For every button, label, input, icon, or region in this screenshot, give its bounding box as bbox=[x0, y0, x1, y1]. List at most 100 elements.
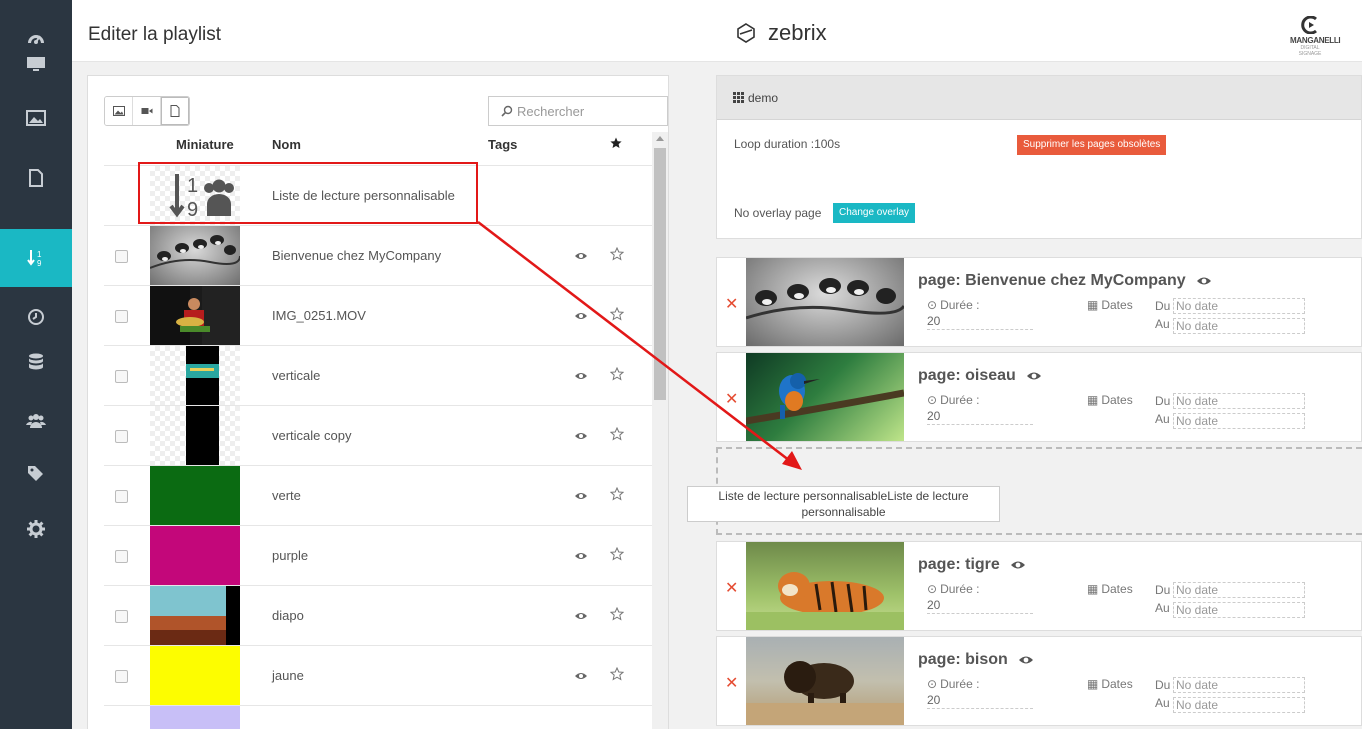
filter-images-button[interactable] bbox=[105, 97, 133, 125]
table-row[interactable]: verticale copy bbox=[104, 405, 652, 465]
favorite-star-icon[interactable] bbox=[610, 367, 624, 381]
preview-eye-icon[interactable] bbox=[1196, 275, 1212, 287]
table-row[interactable]: purple bbox=[104, 525, 652, 585]
sidebar-item-pages[interactable] bbox=[0, 149, 72, 207]
row-checkbox[interactable] bbox=[115, 550, 128, 563]
library-table-header: Miniature Nom Tags bbox=[104, 137, 664, 165]
duration-input[interactable]: 20 bbox=[927, 409, 1033, 425]
duration-input[interactable]: 20 bbox=[927, 314, 1033, 330]
preview-eye-icon[interactable] bbox=[574, 429, 588, 443]
sidebar-item-users[interactable] bbox=[0, 392, 72, 450]
sidebar: 19 bbox=[0, 0, 72, 729]
row-checkbox[interactable] bbox=[115, 490, 128, 503]
filter-pages-button[interactable] bbox=[161, 97, 189, 125]
scroll-thumb[interactable] bbox=[654, 148, 666, 400]
duration-input[interactable]: 20 bbox=[927, 598, 1033, 614]
row-checkbox[interactable] bbox=[115, 310, 128, 323]
preview-eye-icon[interactable] bbox=[574, 309, 588, 323]
row-checkbox[interactable] bbox=[115, 430, 128, 443]
to-label: Au bbox=[1155, 601, 1170, 615]
row-checkbox[interactable] bbox=[115, 670, 128, 683]
clock-icon bbox=[28, 309, 44, 325]
end-date-input[interactable]: No date bbox=[1173, 697, 1305, 713]
row-checkbox[interactable] bbox=[115, 250, 128, 263]
birds-image bbox=[746, 278, 904, 320]
brand-logo[interactable]: zebrix bbox=[736, 20, 827, 46]
playlist-page-card[interactable]: ✕ page: oiseau ⊙ Durée : 20 ▦ Dates Du No … bbox=[716, 352, 1362, 442]
remove-page-icon[interactable]: ✕ bbox=[725, 294, 738, 314]
filter-videos-button[interactable] bbox=[133, 97, 161, 125]
library-scrollbar[interactable] bbox=[652, 132, 668, 729]
end-date-input[interactable]: No date bbox=[1173, 602, 1305, 618]
scroll-up-arrow[interactable] bbox=[656, 136, 664, 141]
duration-label: ⊙ Durée : bbox=[927, 298, 979, 312]
playlist-page-card[interactable]: ✕ page: tigre ⊙ Durée : 20 ▦ Dates Du No d… bbox=[716, 541, 1362, 631]
remove-page-icon[interactable]: ✕ bbox=[725, 578, 738, 598]
vertical-black-image bbox=[186, 406, 219, 465]
start-date-input[interactable]: No date bbox=[1173, 582, 1305, 598]
preview-eye-icon[interactable] bbox=[1010, 559, 1026, 571]
favorite-star-icon[interactable] bbox=[610, 547, 624, 561]
duration-input[interactable]: 20 bbox=[927, 693, 1033, 709]
preview-eye-icon[interactable] bbox=[574, 609, 588, 623]
column-favorite[interactable] bbox=[610, 137, 622, 152]
page-title-text: page: Bienvenue chez MyCompany bbox=[918, 272, 1186, 289]
preview-eye-icon[interactable] bbox=[574, 249, 588, 263]
table-row[interactable]: diapo bbox=[104, 585, 652, 645]
preview-eye-icon[interactable] bbox=[1018, 654, 1034, 666]
end-date-input[interactable]: No date bbox=[1173, 413, 1305, 429]
page-title: Editer la playlist bbox=[88, 24, 222, 45]
partner-logo-name: MANGANELLI bbox=[1290, 36, 1341, 45]
table-row[interactable]: jaune bbox=[104, 645, 652, 705]
image-icon bbox=[112, 106, 125, 116]
favorite-star-icon[interactable] bbox=[610, 607, 624, 621]
preview-eye-icon[interactable] bbox=[1026, 370, 1042, 382]
sidebar-item-tags[interactable] bbox=[0, 444, 72, 502]
bison-image bbox=[746, 661, 904, 725]
table-row[interactable]: verticale bbox=[104, 345, 652, 405]
row-name: Bienvenue chez MyCompany bbox=[272, 248, 442, 263]
sidebar-item-media[interactable] bbox=[0, 89, 72, 147]
table-row[interactable] bbox=[104, 705, 652, 729]
library-search[interactable] bbox=[488, 96, 668, 126]
favorite-star-icon[interactable] bbox=[610, 427, 624, 441]
sidebar-item-settings[interactable] bbox=[0, 500, 72, 558]
table-row[interactable]: IMG_0251.MOV bbox=[104, 285, 652, 345]
favorite-star-icon[interactable] bbox=[610, 247, 624, 261]
row-checkbox[interactable] bbox=[115, 610, 128, 623]
preview-eye-icon[interactable] bbox=[574, 369, 588, 383]
favorite-star-icon[interactable] bbox=[610, 667, 624, 681]
playlist-page-card[interactable]: ✕ page: bison ⊙ Durée : 20 ▦ Dates Du No d… bbox=[716, 636, 1362, 726]
table-row[interactable]: Bienvenue chez MyCompany bbox=[104, 225, 652, 285]
column-name[interactable]: Nom bbox=[272, 137, 301, 152]
clock-icon: ⊙ bbox=[927, 298, 938, 312]
change-overlay-button[interactable]: Change overlay bbox=[833, 203, 916, 223]
to-label: Au bbox=[1155, 412, 1170, 426]
page-title-text: page: oiseau bbox=[918, 367, 1016, 384]
row-name: purple bbox=[272, 548, 309, 563]
preview-eye-icon[interactable] bbox=[574, 549, 588, 563]
preview-eye-icon[interactable] bbox=[574, 489, 588, 503]
table-row[interactable]: verte bbox=[104, 465, 652, 525]
duration-label: ⊙ Durée : bbox=[927, 393, 979, 407]
row-checkbox[interactable] bbox=[115, 370, 128, 383]
video-frame-image bbox=[150, 286, 240, 345]
sidebar-item-data[interactable] bbox=[0, 333, 72, 391]
delete-obsolete-pages-button[interactable]: Supprimer les pages obsolètes bbox=[1017, 135, 1167, 155]
sidebar-item-playlists[interactable]: 19 bbox=[0, 229, 72, 287]
remove-page-icon[interactable]: ✕ bbox=[725, 389, 738, 409]
end-date-input[interactable]: No date bbox=[1173, 318, 1305, 334]
start-date-input[interactable]: No date bbox=[1173, 393, 1305, 409]
remove-page-icon[interactable]: ✕ bbox=[725, 673, 738, 693]
playlist-page-card[interactable]: ✕ page: Bienvenue chez MyCompany ⊙ Durée … bbox=[716, 257, 1362, 347]
search-input[interactable] bbox=[517, 103, 657, 119]
favorite-star-icon[interactable] bbox=[610, 307, 624, 321]
start-date-input[interactable]: No date bbox=[1173, 677, 1305, 693]
favorite-star-icon[interactable] bbox=[610, 487, 624, 501]
start-date-input[interactable]: No date bbox=[1173, 298, 1305, 314]
sidebar-item-screens[interactable] bbox=[0, 35, 72, 93]
dates-label: ▦ Dates bbox=[1087, 582, 1133, 596]
overlay-status: No overlay page bbox=[734, 206, 822, 220]
preview-eye-icon[interactable] bbox=[574, 669, 588, 683]
library-table-body: 19 Liste de lecture personnalisable Bien… bbox=[104, 165, 652, 729]
